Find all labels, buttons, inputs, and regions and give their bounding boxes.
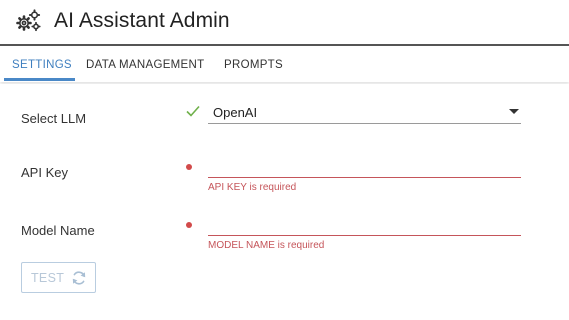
tab-bar: SETTINGS DATA MANAGEMENT PROMPTS [0, 48, 569, 82]
chevron-down-icon [509, 109, 519, 114]
llm-select[interactable]: OpenAI [208, 100, 521, 124]
required-indicator [186, 164, 192, 170]
active-tab-indicator [4, 78, 75, 81]
test-button-label: TEST [31, 271, 65, 285]
api-key-input[interactable] [208, 154, 521, 178]
tab-prompts[interactable]: PROMPTS [224, 59, 283, 71]
model-name-error: MODEL NAME is required [208, 240, 325, 251]
gears-icon [16, 9, 41, 32]
api-key-error: API KEY is required [208, 182, 297, 193]
model-name-input[interactable] [208, 212, 521, 236]
page-title: AI Assistant Admin [54, 9, 230, 32]
test-button[interactable]: TEST [21, 262, 96, 293]
check-icon [186, 105, 200, 117]
required-indicator [186, 222, 192, 228]
tab-settings[interactable]: SETTINGS [12, 59, 72, 71]
app-header: AI Assistant Admin [0, 0, 569, 46]
api-key-label: API Key [21, 165, 68, 180]
refresh-icon [72, 271, 86, 285]
llm-select-value: OpenAI [213, 105, 258, 120]
llm-label: Select LLM [21, 111, 87, 126]
tab-data-management[interactable]: DATA MANAGEMENT [86, 59, 204, 71]
model-name-label: Model Name [21, 223, 95, 238]
